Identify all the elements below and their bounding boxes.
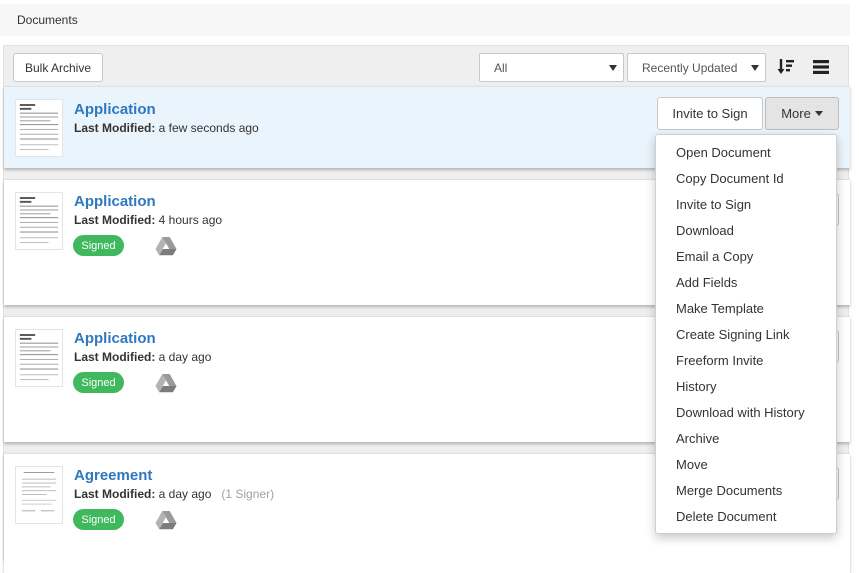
google-drive-icon[interactable] bbox=[155, 510, 177, 530]
sort-order-icon[interactable] bbox=[775, 56, 797, 78]
filter-select-value: All bbox=[494, 60, 508, 75]
caret-down-icon bbox=[609, 64, 617, 71]
last-modified-value: a day ago bbox=[155, 350, 212, 364]
menu-item-invite-to-sign[interactable]: Invite to Sign bbox=[656, 192, 836, 218]
breadcrumb: Documents bbox=[0, 4, 850, 36]
menu-item-delete-document[interactable]: Delete Document bbox=[656, 504, 836, 530]
last-modified-value: a few seconds ago bbox=[155, 121, 259, 135]
document-thumbnail bbox=[15, 329, 63, 387]
sort-select-value: Recently Updated bbox=[642, 60, 738, 75]
document-title-link[interactable]: Application bbox=[74, 330, 156, 347]
list-view-icon[interactable] bbox=[811, 56, 833, 78]
last-modified-value: a day ago bbox=[155, 487, 212, 501]
invite-to-sign-button[interactable]: Invite to Sign bbox=[657, 97, 763, 130]
menu-item-download[interactable]: Download bbox=[656, 218, 836, 244]
document-thumbnail bbox=[15, 466, 63, 524]
document-thumbnail bbox=[15, 192, 63, 250]
more-button[interactable]: More bbox=[765, 97, 839, 130]
menu-item-email-a-copy[interactable]: Email a Copy bbox=[656, 244, 836, 270]
status-badge: Signed bbox=[73, 509, 124, 530]
menu-item-move[interactable]: Move bbox=[656, 452, 836, 478]
caret-down-icon bbox=[814, 111, 823, 116]
google-drive-icon[interactable] bbox=[155, 236, 177, 256]
last-modified-value: 4 hours ago bbox=[155, 213, 223, 227]
status-badge: Signed bbox=[73, 372, 124, 393]
document-last-modified: Last Modified: a day ago bbox=[74, 350, 211, 364]
filter-select[interactable]: All bbox=[479, 53, 624, 82]
menu-item-archive[interactable]: Archive bbox=[656, 426, 836, 452]
last-modified-label: Last Modified: bbox=[74, 213, 156, 227]
document-title-link[interactable]: Application bbox=[74, 101, 156, 118]
last-modified-label: Last Modified: bbox=[74, 350, 156, 364]
menu-item-make-template[interactable]: Make Template bbox=[656, 296, 836, 322]
document-last-modified: Last Modified: a day ago (1 Signer) bbox=[74, 487, 274, 501]
menu-item-create-signing-link[interactable]: Create Signing Link bbox=[656, 322, 836, 348]
document-last-modified: Last Modified: 4 hours ago bbox=[74, 213, 222, 227]
document-thumbnail bbox=[15, 99, 63, 157]
google-drive-icon[interactable] bbox=[155, 373, 177, 393]
sort-select[interactable]: Recently Updated bbox=[627, 53, 766, 82]
more-button-label: More bbox=[781, 106, 811, 121]
toolbar: Bulk Archive All Recently Updated bbox=[4, 46, 848, 86]
document-title-link[interactable]: Agreement bbox=[74, 467, 152, 484]
signer-count: (1 Signer) bbox=[221, 487, 275, 501]
last-modified-label: Last Modified: bbox=[74, 487, 156, 501]
menu-item-open-document[interactable]: Open Document bbox=[656, 140, 836, 166]
menu-item-merge-documents[interactable]: Merge Documents bbox=[656, 478, 836, 504]
page-title: Documents bbox=[17, 13, 78, 27]
document-last-modified: Last Modified: a few seconds ago bbox=[74, 121, 259, 135]
menu-item-download-with-history[interactable]: Download with History bbox=[656, 400, 836, 426]
status-badge: Signed bbox=[73, 235, 124, 256]
more-dropdown-menu: Open Document Copy Document Id Invite to… bbox=[655, 134, 837, 534]
last-modified-label: Last Modified: bbox=[74, 121, 156, 135]
bulk-archive-button[interactable]: Bulk Archive bbox=[13, 53, 103, 82]
menu-item-freeform-invite[interactable]: Freeform Invite bbox=[656, 348, 836, 374]
menu-item-add-fields[interactable]: Add Fields bbox=[656, 270, 836, 296]
caret-down-icon bbox=[751, 64, 759, 71]
menu-item-copy-document-id[interactable]: Copy Document Id bbox=[656, 166, 836, 192]
document-title-link[interactable]: Application bbox=[74, 193, 156, 210]
menu-item-history[interactable]: History bbox=[656, 374, 836, 400]
